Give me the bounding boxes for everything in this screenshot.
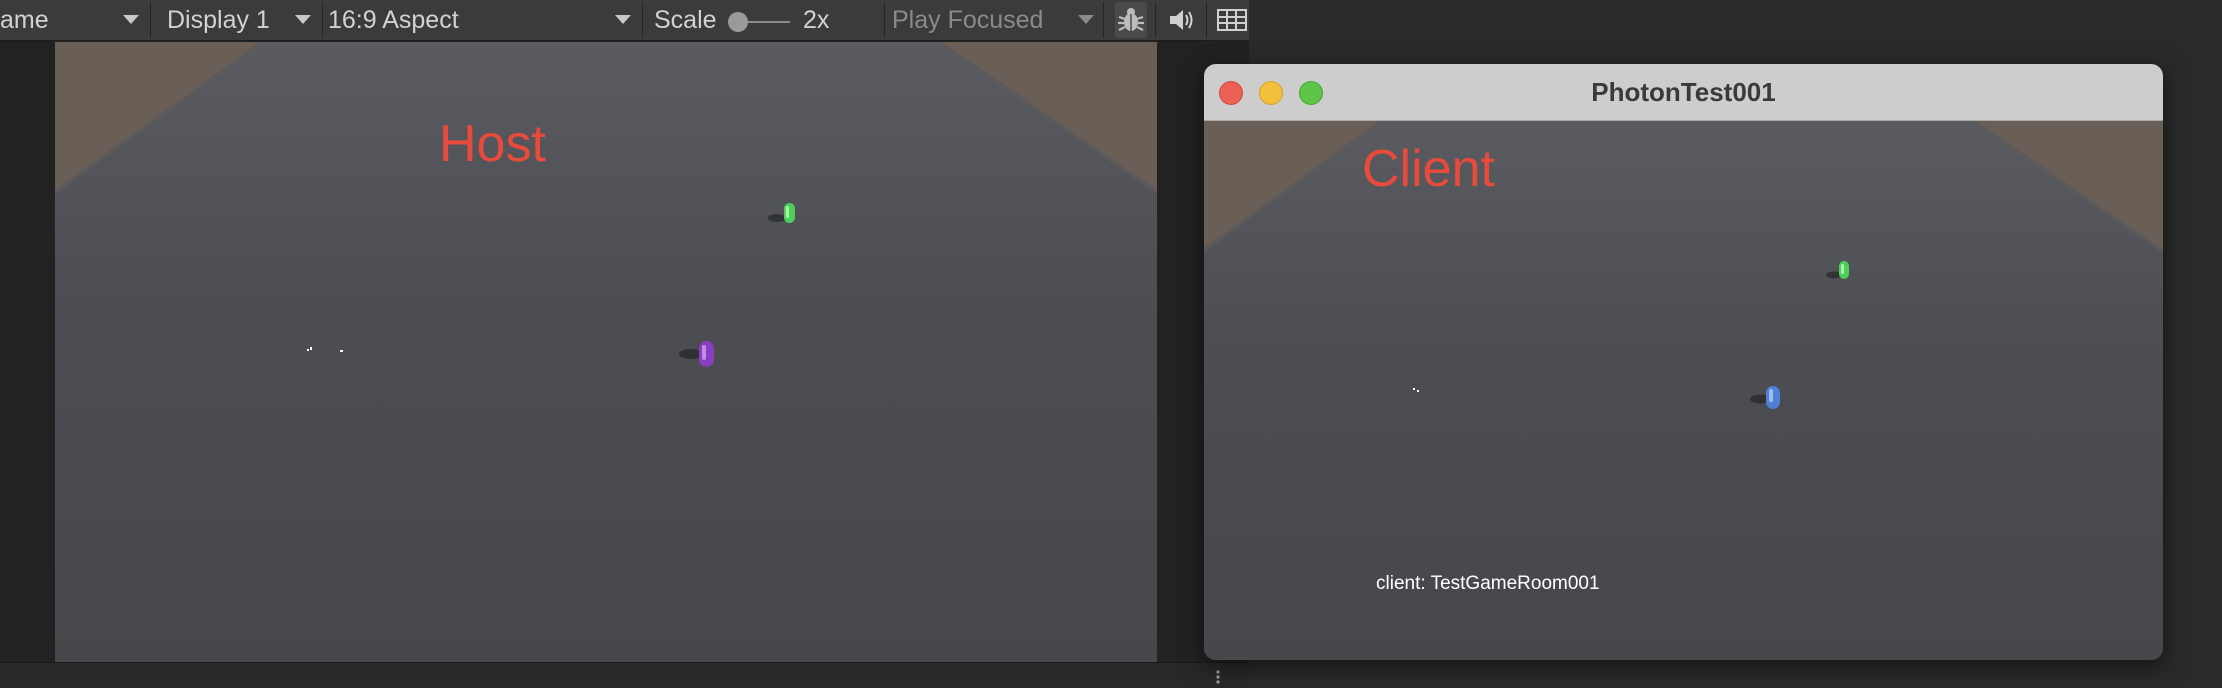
play-mode-dropdown-icon[interactable] bbox=[1078, 15, 1094, 24]
scale-slider-knob-icon[interactable] bbox=[728, 12, 748, 32]
host-game-view[interactable]: Host bbox=[55, 42, 1157, 662]
host-label: Host bbox=[439, 115, 546, 173]
scale-label: Scale bbox=[654, 0, 717, 40]
window-titlebar[interactable]: PhotonTest001 bbox=[1204, 64, 2163, 121]
game-view-toolbar: ame Display 1 16:9 Aspect Scale 2x Play … bbox=[0, 0, 1249, 41]
speaker-icon[interactable] bbox=[1164, 4, 1200, 36]
client-game-view[interactable]: Client client: TestGameRoom001 bbox=[1204, 121, 2163, 660]
scale-value: 2x bbox=[803, 0, 829, 40]
client-scene bbox=[1204, 121, 2163, 660]
editor-status-bar bbox=[0, 662, 1249, 688]
play-mode-dropdown[interactable]: Play Focused bbox=[892, 0, 1043, 40]
photon-build-window: PhotonTest001 Client client: TestGameRoo… bbox=[1204, 64, 2163, 660]
display-label: Display 1 bbox=[167, 5, 270, 34]
scale-label-text: Scale bbox=[654, 5, 717, 34]
display-dropdown-icon[interactable] bbox=[295, 15, 311, 24]
play-mode-label: Play Focused bbox=[892, 5, 1044, 34]
bug-icon[interactable] bbox=[1115, 2, 1147, 38]
aspect-dropdown-icon[interactable] bbox=[615, 15, 631, 24]
host-scene bbox=[55, 42, 1157, 662]
game-tab-dropdown-icon[interactable] bbox=[123, 15, 139, 24]
more-vertical-icon[interactable] bbox=[1213, 669, 1223, 685]
room-status-text: client: TestGameRoom001 bbox=[1376, 573, 1600, 594]
unity-editor: ame Display 1 16:9 Aspect Scale 2x Play … bbox=[0, 0, 1249, 688]
aspect-dropdown[interactable]: 16:9 Aspect bbox=[328, 0, 459, 40]
display-dropdown[interactable]: Display 1 bbox=[167, 0, 270, 40]
game-tab-label: ame bbox=[0, 5, 49, 34]
stats-grid-icon[interactable] bbox=[1214, 4, 1249, 36]
game-tab[interactable]: ame bbox=[0, 0, 49, 40]
window-title: PhotonTest001 bbox=[1591, 77, 1776, 107]
aspect-label: 16:9 Aspect bbox=[328, 5, 459, 34]
client-label: Client bbox=[1362, 140, 1495, 198]
scale-value-text: 2x bbox=[803, 5, 830, 34]
